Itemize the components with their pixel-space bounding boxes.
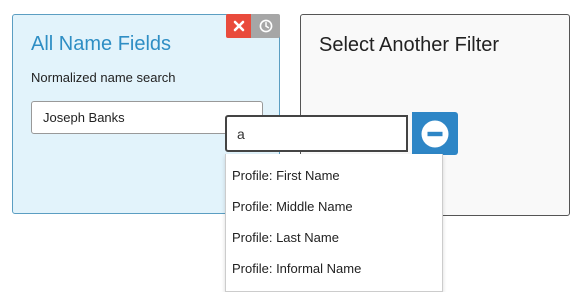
filter-title: All Name Fields [31,33,172,55]
filter-builder: All Name Fields Normalized name search S… [0,0,579,292]
clock-icon [259,19,272,33]
option-middle-name[interactable]: Profile: Middle Name [226,191,442,222]
option-last-name[interactable]: Profile: Last Name [226,222,442,253]
option-informal-name[interactable]: Profile: Informal Name [226,253,442,284]
field-search-input[interactable] [225,115,408,152]
close-icon [233,20,244,32]
filter-history-button[interactable] [251,14,280,38]
remove-filter-button[interactable] [226,14,251,38]
clear-search-button[interactable] [412,112,458,155]
minus-circle-icon [421,120,449,147]
option-first-name[interactable]: Profile: First Name [226,160,442,191]
filter-subtitle: Normalized name search [31,70,176,85]
add-filter-title: Select Another Filter [319,34,500,56]
field-options-list: Profile: First Name Profile: Middle Name… [225,154,443,292]
